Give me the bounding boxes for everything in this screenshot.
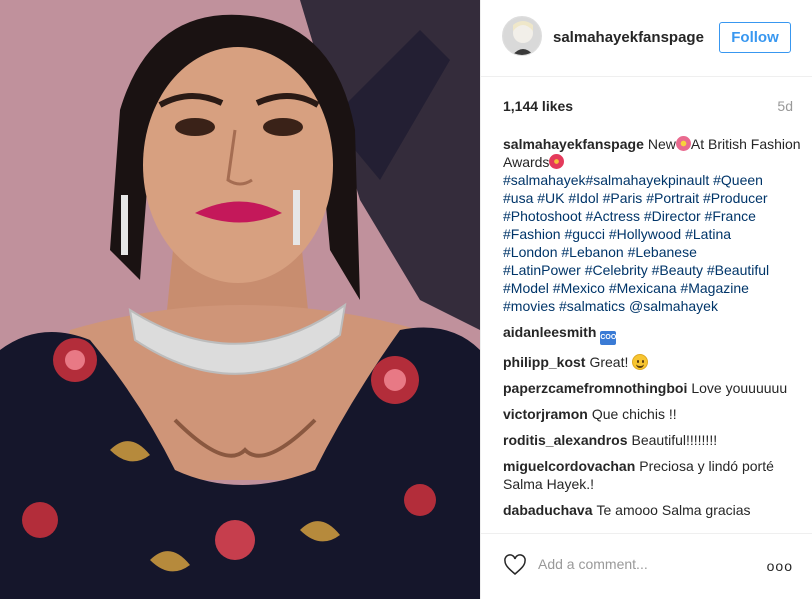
hashtag-line[interactable]: #usa #UK #Idol #Paris #Portrait #Produce… [503, 189, 803, 207]
smile-emoji-icon [632, 354, 649, 370]
username-link[interactable]: salmahayekfanspage [553, 29, 704, 46]
comment-author[interactable]: miguelcordovachan [503, 458, 635, 474]
comment-item: victorjramon Que chichis !! [503, 405, 803, 423]
heart-icon[interactable] [503, 554, 527, 576]
avatar[interactable] [502, 16, 542, 56]
comment-author[interactable]: victorjramon [503, 406, 588, 422]
comment-item: paperzcamefromnothingboi Love youuuuuu [503, 379, 803, 397]
avatar-image [503, 17, 541, 55]
comment-author[interactable]: dabaduchava [503, 502, 592, 518]
hashtag-line[interactable]: #London #Lebanon #Lebanese [503, 243, 803, 261]
caption-text-before: New [647, 136, 676, 152]
follow-button[interactable]: Follow [719, 22, 791, 53]
comment-item: miguelcordovachan Preciosa y lindó porté … [503, 457, 803, 493]
comment-text: Que chichis !! [591, 406, 677, 422]
comment-author[interactable]: paperzcamefromnothingboi [503, 380, 687, 396]
hibiscus-emoji-icon [549, 154, 565, 169]
hashtag-line[interactable]: #Model #Mexico #Mexicana #Magazine [503, 279, 803, 297]
comments-list: salmahayekfanspage New At British Fashion … [503, 135, 803, 527]
comment-item: roditis_alexandros Beautiful!!!!!!!! [503, 431, 803, 449]
portrait-illustration [0, 0, 480, 599]
hashtag-line[interactable]: #LatinPower #Celebrity #Beauty #Beautifu… [503, 261, 803, 279]
likes-row: 1,144 likes 5d [503, 98, 793, 116]
caption: salmahayekfanspage New At British Fashion … [503, 135, 803, 315]
comment-item: philipp_kost Great! [503, 353, 803, 371]
post-header: salmahayekfanspage Follow [481, 0, 812, 77]
hashtag-line[interactable]: #Photoshoot #Actress #Director #France [503, 207, 803, 225]
hashtag-line[interactable]: #salmahayek#salmahayekpinault #Queen [503, 171, 803, 189]
post-age[interactable]: 5d [777, 98, 793, 114]
post-photo[interactable] [0, 0, 480, 599]
comment-text: Great! [589, 354, 629, 370]
cool-emoji-icon: COOL [600, 331, 621, 345]
comment-author[interactable]: aidanleesmith [503, 324, 596, 340]
hashtag-line[interactable]: #Fashion #gucci #Hollywood #Latina [503, 225, 803, 243]
comment-text: Te amooo Salma gracias [596, 502, 751, 518]
comment-text: Love youuuuuu [691, 380, 788, 396]
comment-author[interactable]: philipp_kost [503, 354, 585, 370]
caption-author[interactable]: salmahayekfanspage [503, 136, 644, 152]
comment-item: aidanleesmith COOL [503, 323, 803, 345]
cherry-blossom-emoji-icon [675, 136, 691, 151]
comment-footer: Add a comment... ooo [481, 533, 812, 599]
likes-count[interactable]: 1,144 likes [503, 98, 573, 114]
hashtag-line[interactable]: #movies #salmatics @salmahayek [503, 297, 803, 315]
comment-author[interactable]: roditis_alexandros [503, 432, 628, 448]
post-sidebar: salmahayekfanspage Follow 1,144 likes 5d… [480, 0, 812, 599]
add-comment-input[interactable]: Add a comment... [538, 556, 648, 572]
instagram-post: salmahayekfanspage Follow 1,144 likes 5d… [0, 0, 812, 599]
comment-item: dabaduchava Te amooo Salma gracias [503, 501, 803, 519]
more-options-icon[interactable]: ooo [767, 558, 793, 574]
comment-text: Beautiful!!!!!!!! [631, 432, 718, 448]
